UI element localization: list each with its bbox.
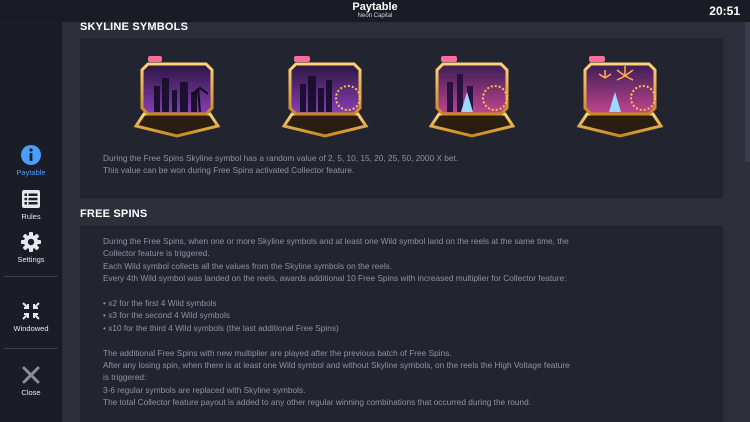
gear-icon [21,232,41,252]
skyline-symbol [428,56,516,138]
text-line: During the Free Spins, when one or more … [103,236,569,246]
sidebar-divider [4,276,58,277]
list-icon [22,190,40,208]
text-line: 3-6 regular symbols are replaced with Sk… [103,384,306,395]
top-bar: Paytable Neon Capital 20:51 [0,0,750,22]
skyline-panel: During the Free Spins Skyline symbol has… [80,38,723,198]
skyline-symbol [281,56,369,138]
skyline-description: During the Free Spins Skyline symbol has… [103,152,458,177]
close-icon [22,366,40,384]
bullet-item: • x10 for the third 4 Wild symbols (the … [103,322,339,333]
text-line: After any losing spin, when there is at … [103,360,570,371]
text-line: The additional Free Spins with new multi… [103,347,452,358]
minimize-icon [22,302,40,320]
sidebar-item-close[interactable]: Close [0,364,62,397]
text-line: During the Free Spins Skyline symbol has… [103,153,459,163]
page-title: Paytable [352,1,398,13]
sidebar: Paytable Rules Settings Windowed Close [0,22,62,422]
text-line: Collector feature is triggered. [103,248,210,259]
section-title-free-spins: FREE SPINS [80,208,148,220]
text-line: is triggered: [103,372,147,383]
info-icon [21,145,41,165]
sidebar-divider [4,348,58,349]
text-line: The total Collector feature payout is ad… [103,397,532,408]
text-line: This value can be won during Free Spins … [103,165,355,176]
sidebar-label-close: Close [21,388,41,397]
sidebar-item-rules[interactable]: Rules [0,188,62,221]
sidebar-item-paytable[interactable]: Paytable [0,144,62,177]
free-spins-description: During the Free Spins, when one or more … [103,235,570,409]
skyline-symbol [576,56,664,138]
paytable-content[interactable]: SKYLINE SYMBOLS During the Free Spins Sk… [62,22,750,422]
game-name: Neon Capital [357,13,393,19]
bullet-item: • x3 for the second 4 Wild symbols [103,310,230,321]
bullet-item: • x2 for the first 4 Wild symbols [103,298,217,309]
clock: 20:51 [709,4,740,18]
text-line: Every 4th Wild symbol was landed on the … [103,273,567,284]
sidebar-label-rules: Rules [21,212,41,221]
scrollbar[interactable] [745,22,750,162]
section-title-skyline: SKYLINE SYMBOLS [80,22,189,33]
sidebar-item-windowed[interactable]: Windowed [0,300,62,333]
sidebar-item-settings[interactable]: Settings [0,231,62,264]
free-spins-panel: During the Free Spins, when one or more … [80,226,723,422]
sidebar-label-windowed: Windowed [13,324,49,333]
skyline-symbol [133,56,221,138]
sidebar-label-settings: Settings [17,255,45,264]
sidebar-label-paytable: Paytable [16,168,46,177]
text-line: Each Wild symbol collects all the values… [103,260,393,271]
